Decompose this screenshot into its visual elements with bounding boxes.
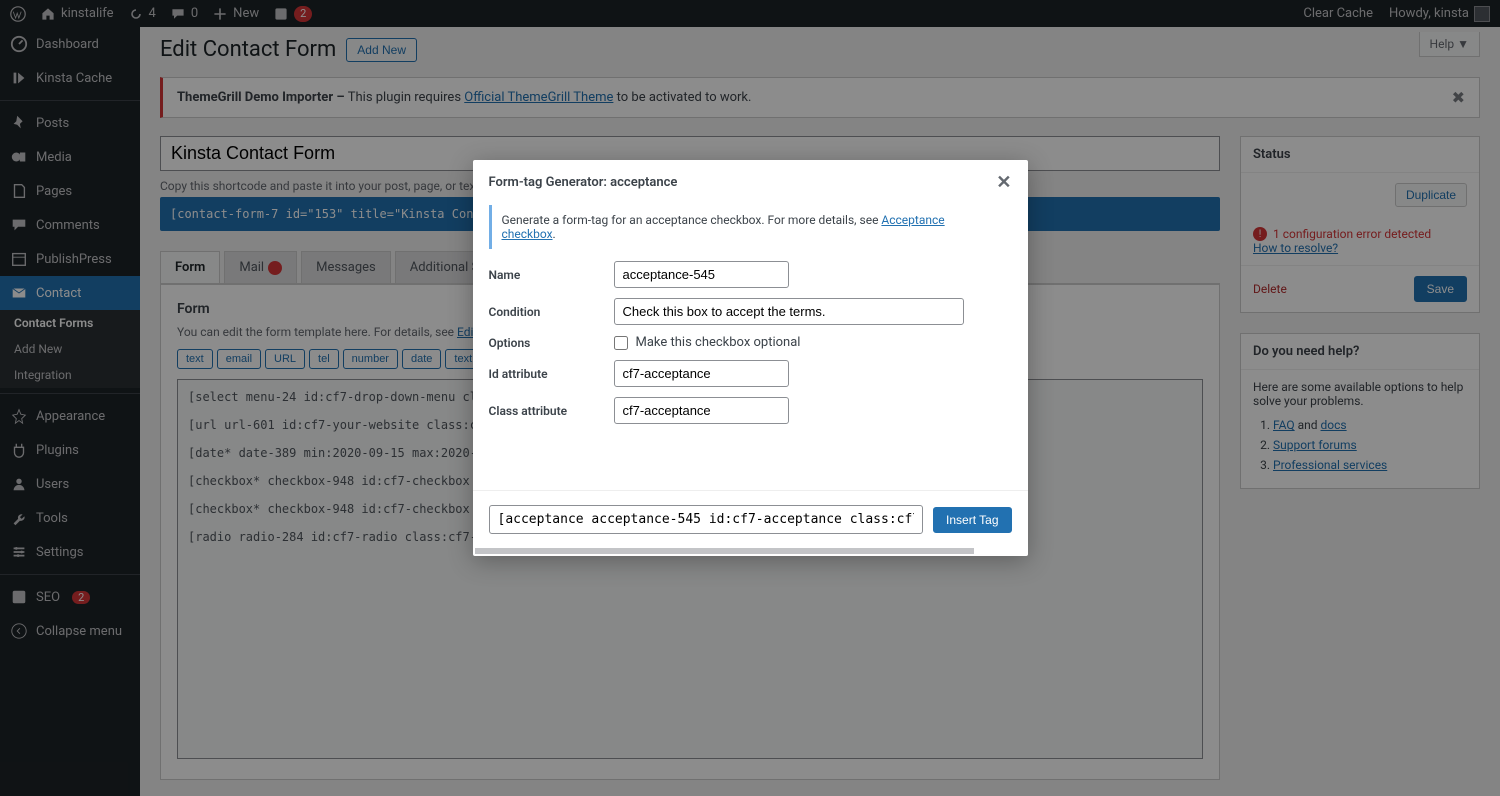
modal-overlay: Form-tag Generator: acceptance ✕ Generat… <box>0 0 1500 796</box>
options-label: Options <box>489 336 614 350</box>
optional-label: Make this checkbox optional <box>636 335 801 350</box>
name-label: Name <box>489 268 614 282</box>
insert-tag-button[interactable]: Insert Tag <box>933 507 1011 533</box>
condition-input[interactable] <box>614 298 964 325</box>
modal-info: Generate a form-tag for an acceptance ch… <box>489 205 1012 249</box>
generated-tag-input[interactable] <box>489 505 924 534</box>
optional-checkbox[interactable] <box>614 336 628 350</box>
class-input[interactable] <box>614 397 789 424</box>
modal-title: Form-tag Generator: acceptance <box>489 175 678 190</box>
form-tag-modal: Form-tag Generator: acceptance ✕ Generat… <box>473 160 1028 556</box>
modal-scrollbar[interactable] <box>475 548 975 554</box>
id-input[interactable] <box>614 360 789 387</box>
modal-close-icon[interactable]: ✕ <box>996 172 1011 193</box>
class-label: Class attribute <box>489 404 614 418</box>
id-label: Id attribute <box>489 367 614 381</box>
name-input[interactable] <box>614 261 789 288</box>
condition-label: Condition <box>489 305 614 319</box>
